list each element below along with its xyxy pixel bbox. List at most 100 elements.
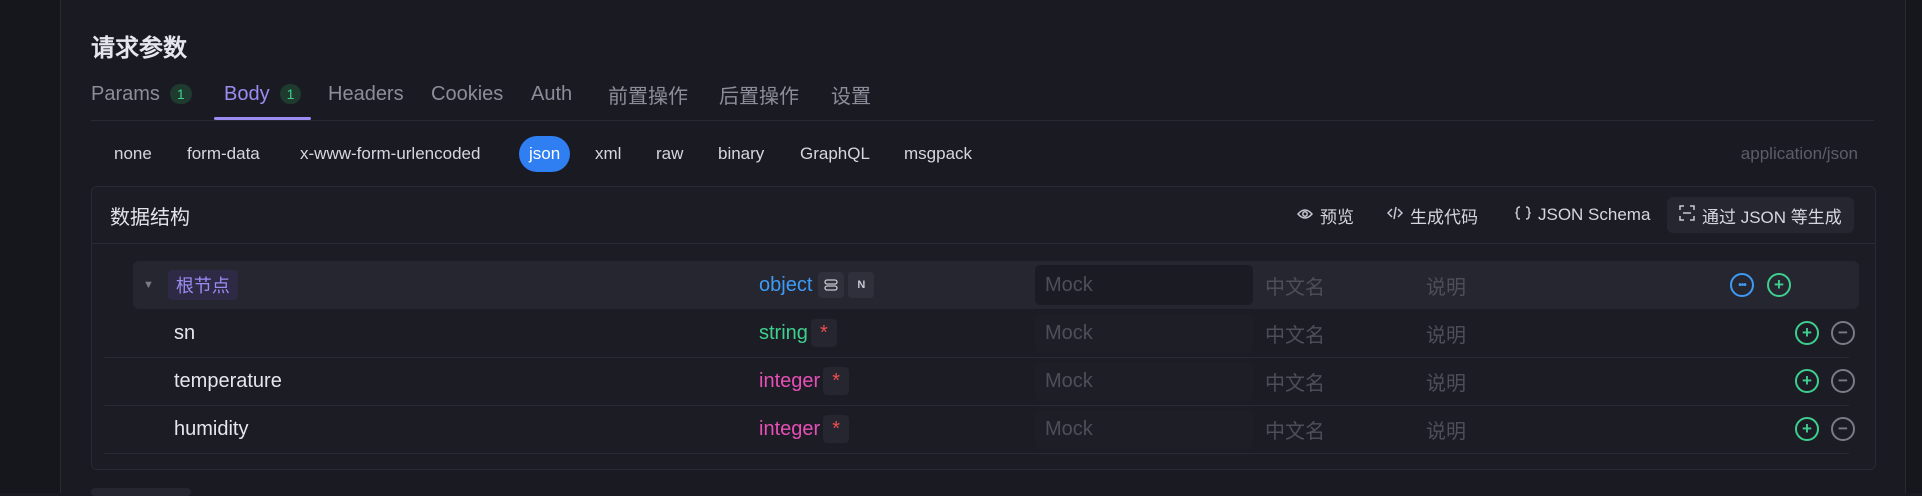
desc-placeholder: 说明 xyxy=(1426,372,1466,395)
mock-placeholder: Mock xyxy=(1045,273,1093,296)
tab-auth[interactable]: Auth xyxy=(531,70,572,118)
content-type-label: application/json xyxy=(1740,144,1858,163)
panel-title: 数据结构 xyxy=(110,206,190,229)
cn-name-input[interactable]: 中文名 xyxy=(1265,357,1325,405)
minus-circle-icon[interactable]: − xyxy=(1831,417,1855,441)
tab-label: Body xyxy=(224,82,270,105)
tab-post-processors[interactable]: 后置操作 xyxy=(719,70,799,118)
active-tab-indicator xyxy=(214,117,312,120)
body-type-selector: none form-data x-www-form-urlencoded jso… xyxy=(91,136,1874,172)
nullable-toggle[interactable]: N xyxy=(848,272,875,298)
cn-placeholder: 中文名 xyxy=(1265,324,1325,347)
schema-panel: 数据结构 预览 生成代码 JSON Schema 通过 JSON 等生成 ▼ 根… xyxy=(91,186,1876,470)
body-type-xml[interactable]: xml xyxy=(595,136,621,172)
mock-placeholder: Mock xyxy=(1045,321,1093,344)
caret-down-icon[interactable]: ▼ xyxy=(143,279,154,291)
json-schema-label: JSON Schema xyxy=(1538,205,1651,224)
tab-label: Params xyxy=(91,82,160,105)
preview-label: 预览 xyxy=(1320,207,1354,227)
plus-circle-icon[interactable]: + xyxy=(1795,321,1819,345)
mock-placeholder: Mock xyxy=(1045,417,1093,440)
description-input[interactable]: 说明 xyxy=(1426,309,1466,357)
field-name[interactable]: temperature xyxy=(174,357,282,405)
body-type-json[interactable]: json xyxy=(519,136,571,172)
type-select[interactable]: object xyxy=(759,274,812,297)
desc-placeholder: 说明 xyxy=(1426,420,1466,443)
tab-params[interactable]: Params 1 xyxy=(91,70,192,118)
generate-from-json-button[interactable]: 通过 JSON 等生成 xyxy=(1667,197,1854,233)
field-type-cell: string * xyxy=(759,309,837,357)
cn-name-input[interactable]: 中文名 xyxy=(1265,261,1325,309)
mock-placeholder: Mock xyxy=(1045,369,1093,392)
tab-label: Auth xyxy=(531,82,573,105)
more-icon[interactable]: ••• xyxy=(1730,273,1754,297)
body-type-raw[interactable]: raw xyxy=(656,136,683,172)
preview-button[interactable]: 预览 xyxy=(1297,197,1354,233)
tab-headers[interactable]: Headers xyxy=(328,70,404,118)
plus-circle-icon[interactable]: + xyxy=(1795,417,1819,441)
description-input[interactable]: 说明 xyxy=(1426,405,1466,453)
mock-input[interactable]: Mock xyxy=(1035,361,1253,401)
next-section-stub xyxy=(91,488,191,496)
scan-icon xyxy=(1679,205,1695,225)
description-input[interactable]: 说明 xyxy=(1426,261,1466,309)
generate-code-button[interactable]: 生成代码 xyxy=(1386,197,1478,233)
type-select[interactable]: integer xyxy=(759,370,820,393)
eye-icon xyxy=(1297,207,1313,224)
root-node-label: 根节点 xyxy=(167,270,238,300)
generate-code-label: 生成代码 xyxy=(1410,207,1478,227)
cn-name-input[interactable]: 中文名 xyxy=(1265,309,1325,357)
type-select[interactable]: string xyxy=(759,322,808,345)
settings-icon[interactable] xyxy=(818,272,845,298)
schema-field-row: humidity integer * Mock 中文名 说明 + − xyxy=(104,405,1855,454)
body-type-msgpack[interactable]: msgpack xyxy=(904,136,972,172)
section-title: 请求参数 xyxy=(91,35,187,62)
minus-circle-icon[interactable]: − xyxy=(1831,321,1855,345)
generate-from-json-label: 通过 JSON 等生成 xyxy=(1702,207,1842,227)
param-tabs: Params 1 Body 1 Headers Cookies Auth 前置操… xyxy=(91,70,1874,121)
tab-settings[interactable]: 设置 xyxy=(831,70,871,118)
cn-name-input[interactable]: 中文名 xyxy=(1265,405,1325,453)
schema-panel-header: 数据结构 预览 生成代码 JSON Schema 通过 JSON 等生成 xyxy=(92,187,1875,244)
plus-circle-icon[interactable]: + xyxy=(1767,273,1791,297)
field-name[interactable]: sn xyxy=(174,309,195,357)
field-type-cell: integer * xyxy=(759,357,850,405)
field-name[interactable]: humidity xyxy=(174,405,248,453)
required-toggle[interactable]: * xyxy=(823,415,850,443)
cn-placeholder: 中文名 xyxy=(1265,276,1325,299)
required-toggle[interactable]: * xyxy=(823,367,850,395)
cn-placeholder: 中文名 xyxy=(1265,420,1325,443)
tab-label: Cookies xyxy=(431,82,504,105)
json-schema-button[interactable]: JSON Schema xyxy=(1514,197,1651,233)
minus-circle-icon[interactable]: − xyxy=(1831,369,1855,393)
type-select[interactable]: integer xyxy=(759,418,820,441)
schema-field-row: sn string * Mock 中文名 说明 + − xyxy=(104,309,1855,358)
tab-pre-processors[interactable]: 前置操作 xyxy=(608,70,688,118)
left-rail xyxy=(0,0,61,493)
body-type-form-data[interactable]: form-data xyxy=(187,136,260,172)
cn-placeholder: 中文名 xyxy=(1265,372,1325,395)
mock-input[interactable]: Mock xyxy=(1035,313,1253,353)
tab-body[interactable]: Body 1 xyxy=(214,70,312,120)
body-type-binary[interactable]: binary xyxy=(718,136,764,172)
tab-label: Headers xyxy=(328,82,404,105)
tab-cookies[interactable]: Cookies xyxy=(431,70,503,118)
body-type-none[interactable]: none xyxy=(114,136,152,172)
body-type-urlencoded[interactable]: x-www-form-urlencoded xyxy=(300,136,480,172)
tab-count-badge: 1 xyxy=(279,84,302,104)
root-name-cell: ▼ 根节点 xyxy=(143,261,238,309)
body-type-graphql[interactable]: GraphQL xyxy=(800,136,870,172)
desc-placeholder: 说明 xyxy=(1426,324,1466,347)
description-input[interactable]: 说明 xyxy=(1426,357,1466,405)
braces-icon xyxy=(1514,206,1532,224)
desc-placeholder: 说明 xyxy=(1426,276,1466,299)
mock-input[interactable]: Mock xyxy=(1035,409,1253,449)
mock-input[interactable]: Mock xyxy=(1035,265,1253,305)
schema-field-row: temperature integer * Mock 中文名 说明 + − xyxy=(104,357,1855,406)
right-scrollbar[interactable] xyxy=(1905,0,1922,493)
schema-root-row: ▼ 根节点 object N Mock 中文名 说明 ••• + xyxy=(133,261,1859,309)
plus-circle-icon[interactable]: + xyxy=(1795,369,1819,393)
required-toggle[interactable]: * xyxy=(810,319,837,347)
tab-label: 后置操作 xyxy=(719,85,799,108)
tab-count-badge: 1 xyxy=(169,84,192,104)
